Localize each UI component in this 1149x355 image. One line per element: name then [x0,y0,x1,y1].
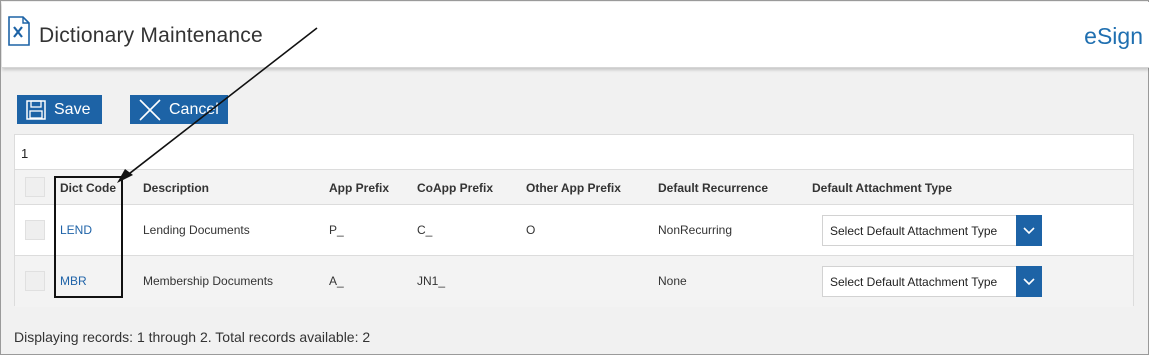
table-row: MBR Membership Documents A_ JN1_ None Se… [15,256,1133,307]
cancel-button[interactable]: Cancel [130,95,228,124]
save-icon [26,99,46,120]
column-header-default-attachment-type[interactable]: Default Attachment Type [812,181,952,195]
save-button-label: Save [54,100,91,118]
row-checkbox[interactable] [25,220,45,240]
coapp-prefix-cell: JN1_ [417,274,446,288]
column-header-coapp-prefix[interactable]: CoApp Prefix [417,181,493,195]
dropdown-toggle[interactable] [1016,266,1042,297]
app-window: Dictionary Maintenance eSign Save Cancel… [0,0,1149,355]
default-recurrence-cell: NonRecurring [658,223,733,237]
table-header-row: Dict Code Description App Prefix CoApp P… [15,170,1133,205]
column-header-other-app-prefix[interactable]: Other App Prefix [526,181,621,195]
page-header: Dictionary Maintenance eSign [2,2,1149,68]
page-number[interactable]: 1 [21,146,28,161]
close-icon [139,98,161,121]
chevron-down-icon [1023,277,1035,285]
coapp-prefix-cell: C_ [417,223,433,237]
page-title: Dictionary Maintenance [39,24,263,47]
default-attachment-type-select[interactable]: Select Default Attachment Type [822,266,1042,297]
default-recurrence-cell: None [658,274,687,288]
select-value: Select Default Attachment Type [830,275,998,289]
app-prefix-cell: A_ [329,274,344,288]
dictionary-grid: 1 Dict Code Description App Prefix CoApp… [14,134,1134,307]
brand-logo-text: eSign [1084,23,1143,49]
description-cell: Membership Documents [143,274,274,288]
dictionary-document-icon [8,16,30,46]
dropdown-toggle[interactable] [1016,215,1042,246]
select-all-checkbox[interactable] [25,177,45,197]
other-app-prefix-cell: O [526,223,536,237]
column-header-description[interactable]: Description [143,181,209,195]
app-prefix-cell: P_ [329,223,344,237]
chevron-down-icon [1023,226,1035,234]
table-row: LEND Lending Documents P_ C_ O NonRecurr… [15,205,1133,256]
select-value: Select Default Attachment Type [830,224,998,238]
save-button[interactable]: Save [17,95,102,124]
row-checkbox[interactable] [25,271,45,291]
cancel-button-label: Cancel [169,100,219,118]
records-status: Displaying records: 1 through 2. Total r… [14,329,371,345]
annotation-highlight-box [54,176,123,298]
column-header-default-recurrence[interactable]: Default Recurrence [658,181,768,195]
default-attachment-type-select[interactable]: Select Default Attachment Type [822,215,1042,246]
description-cell: Lending Documents [143,223,250,237]
column-header-app-prefix[interactable]: App Prefix [329,181,389,195]
pager-row: 1 [15,135,1133,170]
